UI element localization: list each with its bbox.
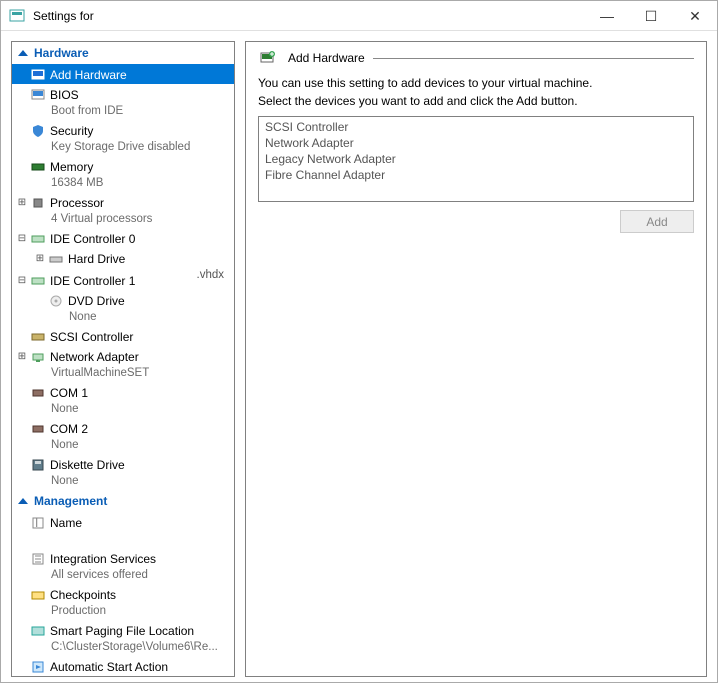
- tree-security[interactable]: Security Key Storage Drive disabled: [12, 120, 234, 156]
- expand-icon[interactable]: [16, 352, 28, 362]
- controller-icon: [30, 231, 46, 247]
- tree-name[interactable]: I Name: [12, 512, 234, 548]
- tree-hard-drive[interactable]: Hard Drive .vhdx: [12, 248, 234, 270]
- maximize-button[interactable]: ☐: [629, 1, 673, 31]
- expand-icon[interactable]: [34, 254, 46, 264]
- tree-processor[interactable]: Processor 4 Virtual processors: [12, 192, 234, 228]
- tree-ide0[interactable]: IDE Controller 0: [12, 228, 234, 248]
- com-port-icon: [30, 385, 46, 401]
- svg-text:I: I: [35, 516, 38, 530]
- tree-security-sub: Key Storage Drive disabled: [16, 140, 230, 156]
- tree-paging-sub: C:\ClusterStorage\Volume6\Re...: [16, 640, 230, 656]
- titlebar: Settings for — ☐ ✕: [1, 1, 717, 31]
- device-option[interactable]: Fibre Channel Adapter: [265, 167, 687, 183]
- com-port-icon: [30, 421, 46, 437]
- scsi-icon: [30, 329, 46, 345]
- tree-diskette-sub: None: [16, 474, 230, 490]
- expand-icon[interactable]: [16, 198, 28, 208]
- add-button[interactable]: Add: [620, 210, 694, 233]
- tree-integration[interactable]: Integration Services All services offere…: [12, 548, 234, 584]
- minimize-button[interactable]: —: [585, 1, 629, 31]
- section-hardware[interactable]: Hardware: [12, 42, 234, 64]
- tree-bios[interactable]: BIOS Boot from IDE: [12, 84, 234, 120]
- dialog-buttons: OK Cancel Apply: [11, 677, 707, 683]
- section-management[interactable]: Management: [12, 490, 234, 512]
- network-icon: [30, 349, 46, 365]
- tree-scsi[interactable]: SCSI Controller: [12, 326, 234, 346]
- details-desc-2: Select the devices you want to add and c…: [258, 94, 694, 108]
- tree-memory-sub: 16384 MB: [16, 176, 230, 192]
- tree-network-adapter[interactable]: Network Adapter VirtualMachineSET: [12, 346, 234, 382]
- collapse-icon[interactable]: [16, 234, 28, 244]
- collapse-icon[interactable]: [16, 276, 28, 286]
- tree-add-hardware[interactable]: Add Hardware: [12, 64, 234, 84]
- tree-integ-sub: All services offered: [16, 568, 230, 584]
- tree-checkpoints-sub: Production: [16, 604, 230, 620]
- tree-dvd-drive[interactable]: DVD Drive None: [12, 290, 234, 326]
- tree-dvd-sub: None: [16, 310, 230, 326]
- tree-bios-sub: Boot from IDE: [16, 104, 230, 120]
- tree-com1-sub: None: [16, 402, 230, 418]
- details-panel: Add Hardware You can use this setting to…: [245, 41, 707, 677]
- memory-icon: [30, 159, 46, 175]
- name-icon: I: [30, 515, 46, 531]
- add-hardware-icon: [260, 50, 276, 66]
- hard-drive-icon: [48, 251, 64, 267]
- integration-icon: [30, 551, 46, 567]
- device-option[interactable]: Network Adapter: [265, 135, 687, 151]
- tree-com1[interactable]: COM 1 None: [12, 382, 234, 418]
- dvd-icon: [48, 293, 64, 309]
- diskette-icon: [30, 457, 46, 473]
- tree-autostart[interactable]: Automatic Start Action: [12, 656, 234, 676]
- autostart-icon: [30, 659, 46, 675]
- section-management-label: Management: [34, 494, 107, 508]
- bios-icon: [30, 87, 46, 103]
- tree-com2-sub: None: [16, 438, 230, 454]
- close-button[interactable]: ✕: [673, 1, 717, 31]
- details-heading-text: Add Hardware: [288, 51, 365, 65]
- device-listbox[interactable]: SCSI Controller Network Adapter Legacy N…: [258, 116, 694, 202]
- window-title: Settings for: [29, 9, 585, 23]
- chevron-up-icon: [18, 46, 28, 60]
- details-desc-1: You can use this setting to add devices …: [258, 76, 694, 90]
- processor-icon: [30, 195, 46, 211]
- shield-icon: [30, 123, 46, 139]
- paging-icon: [30, 623, 46, 639]
- checkpoints-icon: [30, 587, 46, 603]
- settings-window: Settings for — ☐ ✕ Hardware Add Hardware: [0, 0, 718, 683]
- tree-net-sub: VirtualMachineSET: [16, 366, 230, 382]
- section-hardware-label: Hardware: [34, 46, 89, 60]
- heading-separator: [373, 58, 694, 59]
- tree-com2[interactable]: COM 2 None: [12, 418, 234, 454]
- tree-paging[interactable]: Smart Paging File Location C:\ClusterSto…: [12, 620, 234, 656]
- tree-checkpoints[interactable]: Checkpoints Production: [12, 584, 234, 620]
- device-option[interactable]: SCSI Controller: [265, 119, 687, 135]
- tree-processor-sub: 4 Virtual processors: [16, 212, 230, 228]
- window-buttons: — ☐ ✕: [585, 1, 717, 31]
- app-icon: [9, 8, 25, 24]
- details-heading: Add Hardware: [258, 50, 694, 66]
- add-hardware-icon: [30, 67, 46, 83]
- device-option[interactable]: Legacy Network Adapter: [265, 151, 687, 167]
- controller-icon: [30, 273, 46, 289]
- chevron-up-icon: [18, 494, 28, 508]
- tree-hard-drive-ext: .vhdx: [197, 268, 225, 282]
- tree-memory[interactable]: Memory 16384 MB: [12, 156, 234, 192]
- settings-tree[interactable]: Hardware Add Hardware BIOS Boot from IDE: [11, 41, 235, 677]
- tree-diskette[interactable]: Diskette Drive None: [12, 454, 234, 490]
